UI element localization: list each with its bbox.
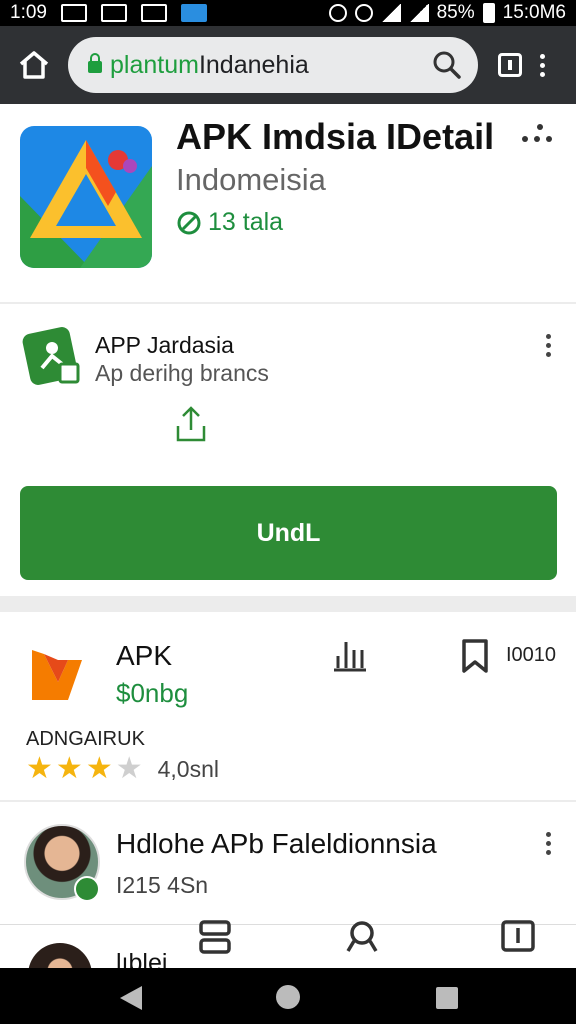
bottom-nav: lıblei.. <box>0 920 576 983</box>
star-icon: ★ <box>55 752 83 785</box>
home-circle-icon[interactable] <box>276 985 300 1009</box>
verified-icon <box>177 211 201 234</box>
install-card: APP Jardasia Ap derihg brancs UndL <box>0 304 576 596</box>
status-clock: 15:0M6 <box>502 2 566 23</box>
browser-menu-button[interactable] <box>540 53 545 77</box>
recents-icon[interactable] <box>436 987 458 1009</box>
listing-publisher: ADNGAIRUK <box>26 728 145 750</box>
listing-count: I0010 <box>506 644 557 666</box>
app-small-icon <box>22 327 80 385</box>
system-nav-bar <box>0 968 576 1024</box>
image-icon <box>100 4 127 22</box>
url-path: Indanehia <box>198 50 309 79</box>
battery-percent: 85% <box>436 2 475 23</box>
sim-icon <box>60 4 87 22</box>
wifi-icon <box>380 4 401 22</box>
install-button[interactable]: UndL <box>20 486 557 580</box>
listing-card: APK $0nbg I0010 ADNGAIRUK ★ ★ ★ ★ 4,0snl <box>0 612 576 800</box>
install-menu-button[interactable] <box>546 334 551 357</box>
listing-price: $0nbg <box>116 678 189 708</box>
app-title: APK Imdsia IDetail <box>176 116 495 157</box>
list-icon[interactable] <box>198 919 232 955</box>
home-button[interactable] <box>14 45 54 85</box>
play-logo-icon <box>32 650 82 700</box>
install-app-name: APP Jardasia <box>95 332 234 358</box>
search-icon[interactable] <box>432 50 462 80</box>
status-bar: 1:09 85% 15:0M6 <box>0 0 576 26</box>
app-meta: 13 tala <box>176 208 283 237</box>
install-app-desc: Ap derihg brancs <box>95 360 269 386</box>
rating-value: 4,0snl <box>157 755 219 782</box>
star-half-icon: ★ <box>115 752 143 785</box>
app-logo <box>20 126 152 268</box>
url-domain: plantum <box>110 50 199 79</box>
lock-icon <box>88 53 102 73</box>
listing-name: APK <box>116 640 173 671</box>
review-card: Hdlohe APb Faleldionnsia I215 4Sn <box>0 802 576 926</box>
mail-icon <box>140 4 167 22</box>
browser-toolbar: plantum Indanehia <box>0 26 576 104</box>
home-icon <box>19 51 49 79</box>
bookmark-icon[interactable] <box>460 638 490 674</box>
online-badge-icon <box>74 876 100 902</box>
share-icon[interactable] <box>174 404 208 444</box>
status-time: 1:09 <box>10 2 47 23</box>
stats-icon[interactable] <box>330 638 370 672</box>
address-bar[interactable]: plantum Indanehia <box>68 37 478 93</box>
battery-icon <box>482 3 495 23</box>
review-title: Hdlohe APb Faleldionnsia <box>116 828 437 859</box>
review-subtitle: I215 4Sn <box>116 872 209 898</box>
star-icon: ★ <box>26 752 53 785</box>
search-nav-icon[interactable] <box>344 919 380 955</box>
app-subtitle: Indomeisia <box>176 162 326 197</box>
rating-stars: ★ ★ ★ ★ 4,0snl <box>26 754 219 784</box>
tab-icon[interactable] <box>500 919 536 955</box>
app-header-card: APK Imdsia IDetail Indomeisia 13 tala <box>0 104 576 302</box>
photo-icon <box>180 4 207 22</box>
alarm-icon <box>328 4 347 22</box>
app-meta-text: 13 tala <box>208 208 284 236</box>
review-menu-button[interactable] <box>546 832 551 855</box>
tabs-button[interactable] <box>498 53 522 77</box>
mute-icon <box>354 4 373 22</box>
star-icon: ★ <box>85 752 113 785</box>
signal-icon <box>408 4 429 22</box>
back-icon[interactable] <box>120 986 142 1010</box>
app-more-button[interactable] <box>522 124 552 142</box>
